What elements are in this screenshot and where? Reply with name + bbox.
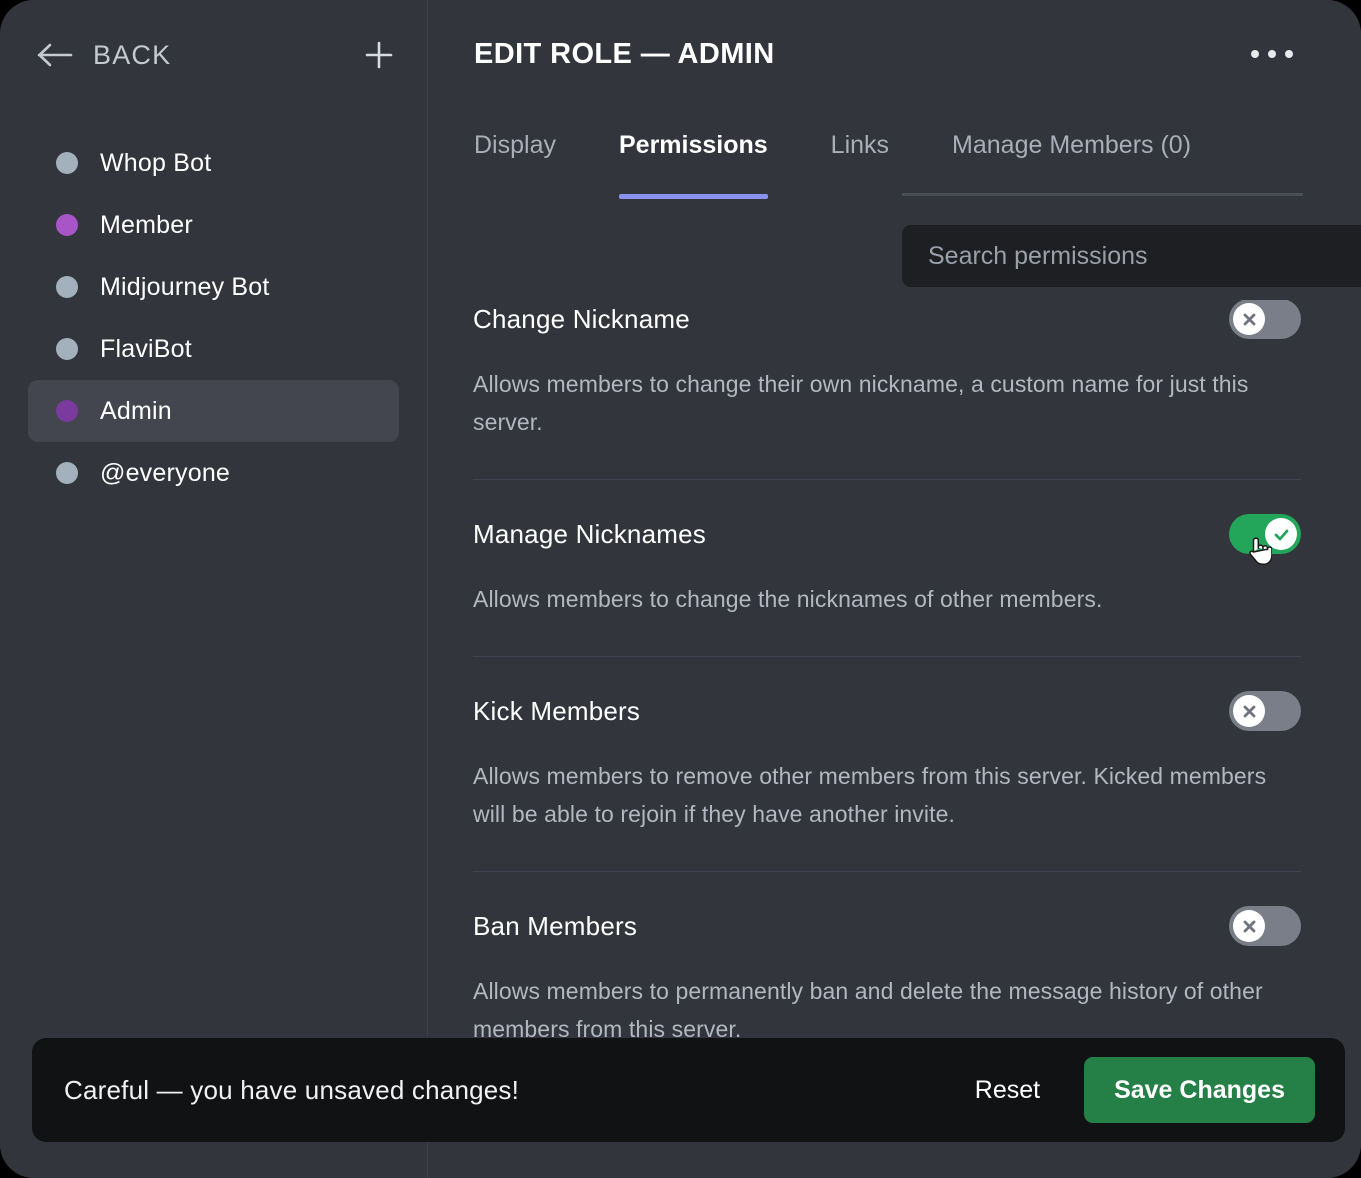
save-changes-button[interactable]: Save Changes xyxy=(1084,1057,1315,1123)
role-color-dot xyxy=(56,214,78,236)
role-item-label: Member xyxy=(100,210,193,239)
role-color-dot xyxy=(56,276,78,298)
role-item-label: Midjourney Bot xyxy=(100,272,270,301)
tab-bar: Display Permissions Links Manage Members (0… xyxy=(429,108,1361,199)
kebab-menu-icon[interactable] xyxy=(1243,42,1301,66)
tab-display[interactable]: Display xyxy=(474,131,556,194)
back-button-label[interactable]: BACK xyxy=(93,40,171,71)
role-color-dot xyxy=(56,338,78,360)
search-input[interactable] xyxy=(928,241,1361,271)
check-icon xyxy=(1265,518,1297,550)
permissions-list: Change Nickname Allows members to change … xyxy=(429,300,1361,1086)
permission-description: Allows members to remove other members f… xyxy=(473,763,1267,827)
main-header: EDIT ROLE — ADMIN xyxy=(429,0,1361,108)
permission-row: Change Nickname Allows members to change … xyxy=(473,300,1301,480)
tab-links[interactable]: Links xyxy=(831,131,889,194)
unsaved-changes-message: Careful — you have unsaved changes! xyxy=(64,1074,520,1105)
tab-permissions[interactable]: Permissions xyxy=(618,131,768,199)
role-color-dot xyxy=(56,400,78,422)
role-color-dot xyxy=(56,462,78,484)
role-item-whop-bot[interactable]: Whop Bot xyxy=(28,132,399,194)
arrow-left-icon[interactable] xyxy=(36,41,76,69)
permission-title: Change Nickname xyxy=(473,303,690,334)
role-item-midjourney-bot[interactable]: Midjourney Bot xyxy=(28,256,399,318)
permission-description: Allows members to change the nicknames o… xyxy=(473,586,1103,612)
permission-row: Manage Nicknames Allows members to change… xyxy=(473,480,1301,657)
close-icon xyxy=(1233,910,1265,942)
close-icon xyxy=(1233,303,1265,335)
role-item-label: Admin xyxy=(100,396,172,425)
permission-header: Ban Members xyxy=(473,902,1301,950)
tab-bar-divider xyxy=(902,193,1303,196)
role-item-member[interactable]: Member xyxy=(28,194,399,256)
role-item-label: @everyone xyxy=(100,458,231,487)
permission-toggle-manage-nicknames[interactable] xyxy=(1229,514,1301,554)
role-item-label: Whop Bot xyxy=(100,148,212,177)
search-permissions-box[interactable] xyxy=(902,225,1361,287)
permission-toggle-change-nickname[interactable] xyxy=(1229,300,1301,339)
permission-title: Kick Members xyxy=(473,695,641,726)
roles-sidebar: BACK Whop Bot Member Midjourney Bot FlaviBo… xyxy=(0,0,428,1178)
permission-toggle-kick-members[interactable] xyxy=(1229,691,1301,731)
permission-description: Allows members to permanently ban and de… xyxy=(473,978,1263,1042)
close-icon xyxy=(1233,695,1265,727)
role-color-dot xyxy=(56,152,78,174)
permission-title: Manage Nicknames xyxy=(473,518,706,549)
role-item-admin[interactable]: Admin xyxy=(28,380,399,442)
unsaved-changes-bar: Careful — you have unsaved changes! Rese… xyxy=(32,1038,1345,1142)
permission-title: Ban Members xyxy=(473,910,638,941)
role-item-flavibot[interactable]: FlaviBot xyxy=(28,318,399,380)
role-item-everyone[interactable]: @everyone xyxy=(28,442,399,504)
plus-icon[interactable] xyxy=(361,37,397,73)
role-item-label: FlaviBot xyxy=(100,334,192,363)
permission-header: Manage Nicknames xyxy=(473,510,1301,558)
permission-header: Kick Members xyxy=(473,687,1301,735)
role-list: Whop Bot Member Midjourney Bot FlaviBot Admi… xyxy=(0,110,427,504)
role-settings-window: BACK Whop Bot Member Midjourney Bot FlaviBo… xyxy=(0,0,1361,1178)
sidebar-header: BACK xyxy=(0,0,427,110)
permission-description: Allows members to change their own nickn… xyxy=(473,371,1249,435)
permission-row: Kick Members Allows members to remove oth… xyxy=(473,657,1301,872)
permission-header: Change Nickname xyxy=(473,300,1301,343)
reset-button[interactable]: Reset xyxy=(959,1066,1056,1115)
tab-manage-members-0[interactable]: Manage Members (0) xyxy=(952,131,1191,194)
page-title: EDIT ROLE — ADMIN xyxy=(474,37,775,70)
permission-toggle-ban-members[interactable] xyxy=(1229,906,1301,946)
